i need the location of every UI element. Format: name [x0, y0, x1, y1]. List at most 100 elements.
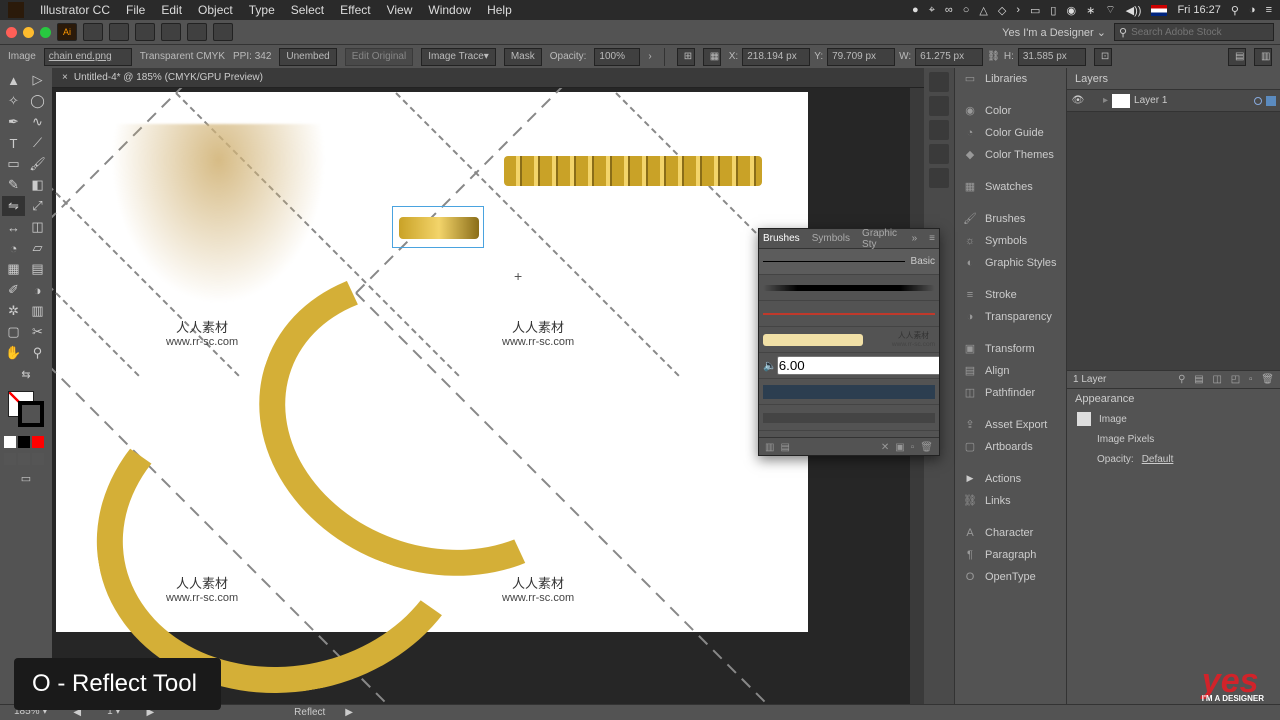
unembed-button[interactable]: Unembed: [279, 48, 336, 66]
camera-icon[interactable]: ◉: [1066, 4, 1076, 17]
brush-pattern-2[interactable]: [759, 405, 939, 431]
layers-tab[interactable]: Layers: [1067, 68, 1280, 90]
opacity-chevron[interactable]: ›: [648, 51, 651, 62]
width-tool[interactable]: ↔: [2, 217, 25, 237]
h-field[interactable]: 31.585 px: [1018, 48, 1086, 66]
selection-tool[interactable]: ▲: [2, 70, 25, 90]
symbols-tab[interactable]: Symbols: [812, 233, 850, 244]
panel-links[interactable]: ⛓Links: [955, 490, 1066, 512]
direct-selection-tool[interactable]: ▷: [26, 70, 49, 90]
options-brush-icon[interactable]: ▣: [895, 442, 904, 453]
volume-icon[interactable]: ◀)): [1126, 4, 1142, 17]
link-wh-icon[interactable]: ⛓: [987, 51, 1000, 62]
panel-stroke[interactable]: ≡Stroke: [955, 284, 1066, 306]
graphic-styles-tab[interactable]: Graphic Sty: [862, 228, 900, 250]
panel-transform[interactable]: ▣Transform: [955, 338, 1066, 360]
strip-icon-3[interactable]: [929, 120, 949, 140]
panel-opentype[interactable]: OOpenType: [955, 566, 1066, 588]
panel-transparency[interactable]: ◑Transparency: [955, 306, 1066, 328]
search-stock[interactable]: ⚲: [1114, 23, 1274, 41]
edit-original-button[interactable]: Edit Original: [345, 48, 413, 66]
panel-libraries[interactable]: ▭Libraries: [955, 68, 1066, 90]
panel-brushes[interactable]: 🖌Brushes: [955, 208, 1066, 230]
brush-pattern-1[interactable]: [759, 379, 939, 405]
wifi-icon[interactable]: ⌔: [1105, 3, 1115, 17]
mask-button[interactable]: Mask: [504, 48, 542, 66]
reflect-tool[interactable]: ⇋: [2, 196, 25, 216]
layer-menu-icon[interactable]: ▤: [1194, 374, 1203, 385]
opacity-field[interactable]: 100%: [594, 48, 640, 66]
cloud-icon[interactable]: ∞: [945, 4, 953, 16]
artboard-tool[interactable]: ▢: [2, 322, 25, 342]
y-field[interactable]: 79.709 px: [827, 48, 895, 66]
tb-icon-4[interactable]: [161, 23, 181, 41]
clock[interactable]: Fri 16:27: [1177, 4, 1220, 16]
layer-row[interactable]: 👁 ▸ Layer 1: [1067, 90, 1280, 112]
brush-audio[interactable]: 🔈: [759, 353, 939, 379]
none-mode[interactable]: [32, 436, 44, 448]
bluetooth-icon[interactable]: ∗: [1086, 4, 1095, 17]
lasso-tool[interactable]: ◯: [26, 91, 49, 111]
panel-asset-export[interactable]: ⇪Asset Export: [955, 414, 1066, 436]
draw-inside[interactable]: [32, 453, 44, 465]
brushes-panel[interactable]: Brushes Symbols Graphic Sty » ≡ Basic 人人…: [758, 228, 940, 456]
menu-file[interactable]: File: [118, 3, 153, 17]
pen-tool[interactable]: ✒: [2, 112, 25, 132]
artboard[interactable]: + 人人素材www.rr-sc.com 人人素材www.rr-sc.com 人人…: [56, 92, 808, 632]
appearance-header[interactable]: Appearance: [1067, 389, 1280, 409]
x-field[interactable]: 218.194 px: [742, 48, 810, 66]
diamond-icon[interactable]: ◇: [998, 4, 1006, 17]
flag-icon[interactable]: [1151, 5, 1167, 16]
status-chevron[interactable]: ▶: [345, 707, 353, 718]
panel-character[interactable]: ACharacter: [955, 522, 1066, 544]
brush-basic[interactable]: Basic: [759, 249, 939, 275]
draw-behind[interactable]: [18, 453, 30, 465]
minimize-window[interactable]: [23, 27, 34, 38]
brush-scatter[interactable]: 人人素材www.rr-sc.com: [759, 327, 939, 353]
sublayer-icon[interactable]: ◰: [1231, 374, 1240, 385]
scale-tool[interactable]: ⤢: [26, 196, 49, 216]
document-tab[interactable]: × Untitled-4* @ 185% (CMYK/GPU Preview): [52, 68, 924, 88]
user-icon[interactable]: ◑: [1249, 4, 1256, 16]
circle-icon[interactable]: ○: [963, 4, 970, 16]
type-tool[interactable]: T: [2, 133, 25, 153]
strip-icon-2[interactable]: [929, 96, 949, 116]
menu-window[interactable]: Window: [420, 3, 479, 17]
crop-icon[interactable]: ⊡: [1094, 48, 1112, 66]
delete-layer-icon[interactable]: 🗑: [1261, 374, 1274, 385]
tb-icon-5[interactable]: [187, 23, 207, 41]
paintbrush-tool[interactable]: 🖌: [26, 154, 49, 174]
stroke-size-field[interactable]: [777, 356, 939, 375]
tb-icon-6[interactable]: [213, 23, 233, 41]
tb-icon-3[interactable]: [135, 23, 155, 41]
panel-icon-2[interactable]: ▥: [1254, 48, 1272, 66]
panel-actions[interactable]: Actions: [955, 468, 1066, 490]
panel-symbols[interactable]: ☼Symbols: [955, 230, 1066, 252]
w-field[interactable]: 61.275 px: [915, 48, 983, 66]
close-tab-icon[interactable]: ×: [62, 72, 68, 83]
search-input[interactable]: [1131, 27, 1269, 38]
panel-pathfinder[interactable]: ◫Pathfinder: [955, 382, 1066, 404]
workspace-dropdown[interactable]: Yes I'm a Designer ⌄: [1002, 26, 1106, 39]
app-menu[interactable]: Illustrator CC: [32, 3, 118, 17]
ai-home-icon[interactable]: Ai: [57, 23, 77, 41]
target-icon[interactable]: [1254, 97, 1262, 105]
new-layer-icon[interactable]: ▫: [1249, 374, 1253, 385]
stroke-swatch[interactable]: [18, 401, 44, 427]
gradient-mode[interactable]: [18, 436, 30, 448]
panel-menu-icon[interactable]: ≡: [929, 233, 935, 244]
selected-clasp-image[interactable]: [392, 206, 484, 248]
mesh-tool[interactable]: ▦: [2, 259, 25, 279]
visibility-icon[interactable]: 👁: [1067, 95, 1089, 106]
panel-artboards[interactable]: ▢Artboards: [955, 436, 1066, 458]
panel-expand-icon[interactable]: »: [912, 233, 918, 244]
battery-icon[interactable]: ▯: [1050, 4, 1056, 17]
gradient-tool[interactable]: ▤: [26, 259, 49, 279]
panel-color-guide[interactable]: ◔Color Guide: [955, 122, 1066, 144]
panel-color[interactable]: ◉Color: [955, 100, 1066, 122]
symbol-sprayer-tool[interactable]: ✲: [2, 301, 25, 321]
chevron-icon[interactable]: ›: [1016, 4, 1020, 16]
menu-object[interactable]: Object: [190, 3, 241, 17]
strip-icon-5[interactable]: [929, 168, 949, 188]
toggle-fill-stroke[interactable]: ⇆: [2, 364, 50, 384]
